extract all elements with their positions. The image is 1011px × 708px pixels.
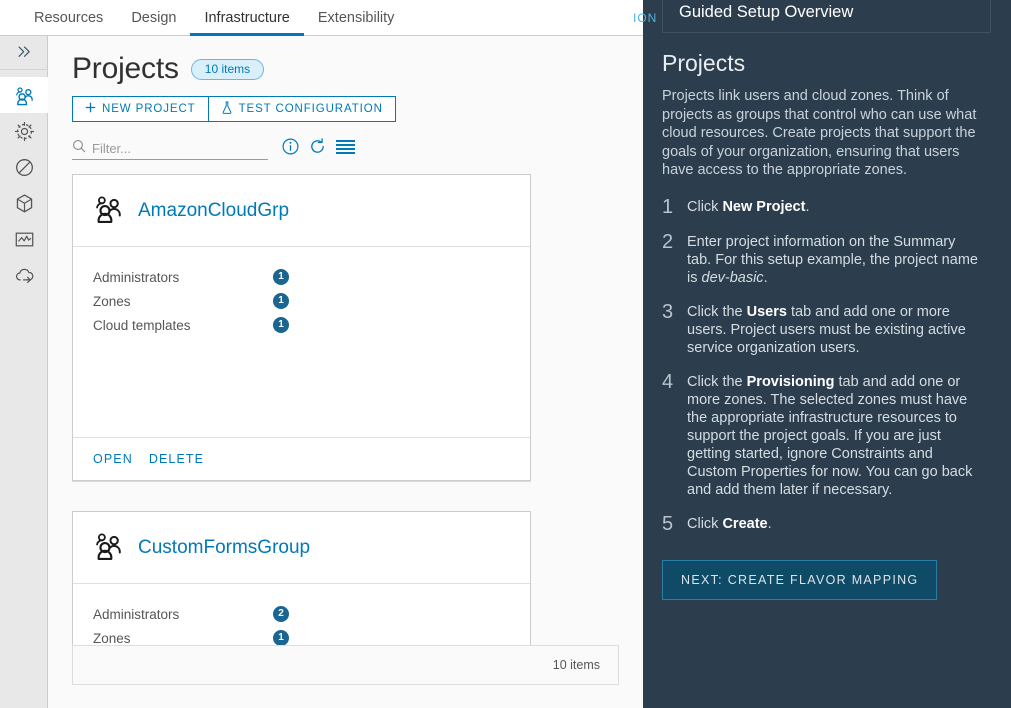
users-group-icon <box>93 530 124 566</box>
step-text: Enter project information on the Summary… <box>687 233 978 286</box>
chart-activity-icon <box>15 232 33 246</box>
step-number: 2 <box>662 230 674 253</box>
project-card-stat-row: Zones 1 <box>93 289 510 313</box>
guided-step: 5 Click Create. <box>662 512 1002 535</box>
truncated-label-tail: ion <box>633 10 658 25</box>
guided-step: 2 Enter project information on the Summar… <box>662 230 1002 287</box>
test-configuration-button[interactable]: TEST CONFIGURATION <box>208 96 396 122</box>
item-count-badge: 10 items <box>190 58 265 80</box>
refresh-icon[interactable] <box>309 138 326 160</box>
project-card-list[interactable]: AmazonCloudGrp Administrators 1 Zones 1 Cloud… <box>72 174 619 659</box>
users-group-icon <box>15 86 33 105</box>
panel-intro-text: Projects link users and cloud zones. Thi… <box>662 88 977 178</box>
tab-resources[interactable]: Resources <box>20 1 117 36</box>
panel-header-title: Guided Setup Overview <box>679 3 854 21</box>
left-icon-rail <box>0 36 48 708</box>
project-card-footer: OPEN DELETE <box>73 437 530 480</box>
filter-icon-group <box>282 138 355 160</box>
filter-input[interactable] <box>92 141 252 156</box>
project-card-title[interactable]: CustomFormsGroup <box>138 537 310 559</box>
footer-item-count: 10 items <box>552 658 600 672</box>
step-number: 5 <box>662 512 674 535</box>
tab-infrastructure[interactable]: Infrastructure <box>190 1 304 36</box>
new-project-label: NEW PROJECT <box>102 103 196 115</box>
guided-step: 4 Click the Provisioning tab and add one … <box>662 370 1002 499</box>
plus-icon <box>85 102 96 116</box>
step-text: Click New Project. <box>687 198 810 215</box>
panel-section-title: Projects <box>662 50 746 76</box>
project-card-header: AmazonCloudGrp <box>73 175 530 247</box>
project-card-list-viewport: AmazonCloudGrp Administrators 1 Zones 1 Cloud… <box>72 174 643 659</box>
stat-count-badge: 1 <box>273 269 289 285</box>
guided-step: 3 Click the Users tab and add one or more… <box>662 300 1002 357</box>
rail-item-configuration[interactable] <box>0 113 48 149</box>
cube-icon <box>16 193 32 212</box>
search-icon <box>72 139 92 158</box>
card-action-delete[interactable]: DELETE <box>149 452 204 466</box>
users-group-icon <box>96 195 121 223</box>
tab-extensibility[interactable]: Extensibility <box>304 1 409 36</box>
guided-step: 1 Click New Project. <box>662 195 1002 218</box>
rail-item-policies[interactable] <box>0 149 48 185</box>
project-card[interactable]: AmazonCloudGrp Administrators 1 Zones 1 Cloud… <box>72 174 531 481</box>
page-header: Projects 10 items NEW PROJECT TEST CONFI… <box>48 36 643 160</box>
page-title: Projects <box>72 52 179 85</box>
no-entry-icon <box>15 158 33 176</box>
gear-icon <box>14 121 34 141</box>
chevron-double-right-icon <box>17 46 30 57</box>
action-button-group: NEW PROJECT TEST CONFIGURATION <box>72 96 643 122</box>
project-card-stat-row: Cloud templates 1 <box>93 313 510 337</box>
project-card-stat-row: Administrators 1 <box>93 265 510 289</box>
step-number: 1 <box>662 195 674 218</box>
step-text: Click the Users tab and add one or more … <box>687 303 966 356</box>
cloud-arrow-icon <box>15 268 33 283</box>
users-group-icon <box>96 532 121 560</box>
stat-label: Administrators <box>93 606 180 622</box>
rail-item-activity[interactable] <box>0 221 48 257</box>
project-card-body: Administrators 1 Zones 1 Cloud templates 1 <box>73 247 530 437</box>
stat-label: Administrators <box>93 269 180 285</box>
info-icon[interactable] <box>282 138 299 160</box>
stat-count-badge: 1 <box>273 630 289 646</box>
project-card-header: CustomFormsGroup <box>73 512 530 584</box>
list-footer-bar: 10 items <box>72 645 619 685</box>
app-root: Resources Design Infrastructure Extensibili… <box>0 0 1011 708</box>
step-number: 4 <box>662 370 674 393</box>
users-group-icon <box>93 193 124 229</box>
test-configuration-label: TEST CONFIGURATION <box>238 103 383 115</box>
stat-count-badge: 1 <box>273 293 289 309</box>
step-number: 3 <box>662 300 674 323</box>
stat-count-badge: 2 <box>273 606 289 622</box>
next-create-flavor-mapping-button[interactable]: NEXT: CREATE FLAVOR MAPPING <box>662 559 938 600</box>
stat-count-badge: 1 <box>273 317 289 333</box>
filter-field-wrapper <box>72 138 268 160</box>
rail-item-projects[interactable] <box>0 77 48 113</box>
project-card-title[interactable]: AmazonCloudGrp <box>138 200 289 222</box>
rail-item-resources[interactable] <box>0 185 48 221</box>
guided-steps-list: 1 Click New Project. 2 Enter project inform… <box>662 195 1002 535</box>
page-title-row: Projects 10 items <box>72 52 643 86</box>
flask-icon <box>221 101 233 117</box>
filter-toolbar <box>72 138 643 160</box>
project-card-stat-row: Administrators 2 <box>93 602 510 626</box>
rail-spacer <box>0 70 47 77</box>
stat-label: Zones <box>93 293 131 309</box>
rail-item-onboarding[interactable] <box>0 257 48 293</box>
stat-label: Cloud templates <box>93 317 191 333</box>
step-text: Click Create. <box>687 515 772 532</box>
list-view-icon[interactable] <box>336 139 355 160</box>
rail-item-collapse[interactable] <box>0 36 48 70</box>
guided-setup-panel: ion GUIDED SETUP Guided Setup Overview P… <box>633 0 1011 708</box>
card-action-open[interactable]: OPEN <box>93 452 133 466</box>
new-project-button[interactable]: NEW PROJECT <box>72 96 209 122</box>
tab-design[interactable]: Design <box>117 1 190 36</box>
step-text: Click the Provisioning tab and add one o… <box>687 373 973 498</box>
panel-body: Projects Projects link users and cloud z… <box>662 50 1002 600</box>
project-card[interactable]: CustomFormsGroupAdministrators2Zones1Clo… <box>72 511 531 659</box>
main-content: Projects 10 items NEW PROJECT TEST CONFI… <box>48 36 643 708</box>
stat-label: Zones <box>93 630 131 646</box>
panel-header: Guided Setup Overview <box>662 0 991 33</box>
